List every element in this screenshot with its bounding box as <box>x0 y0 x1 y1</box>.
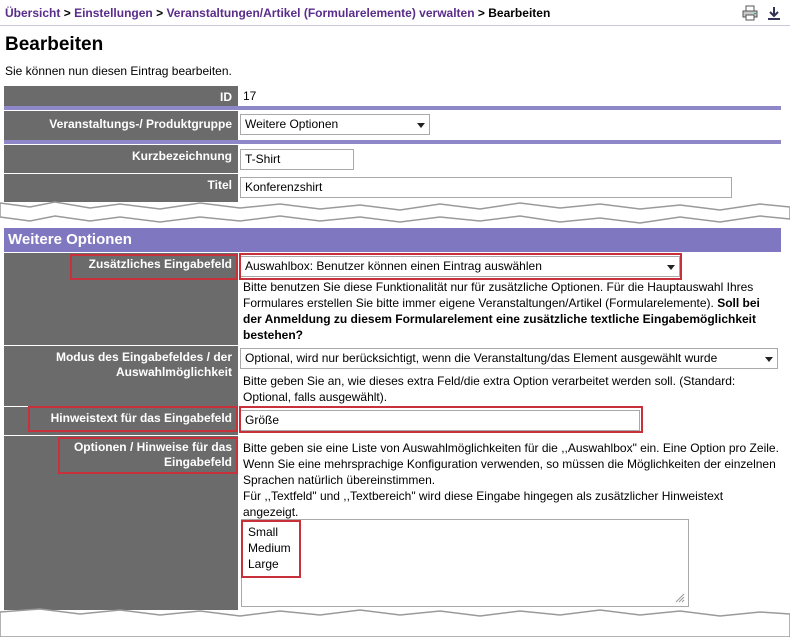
options-help: Bitte geben sie eine Liste von Auswahlmö… <box>243 440 779 520</box>
torn-edge-bottom <box>0 608 790 637</box>
group-select-value: Weitere Optionen <box>245 117 339 131</box>
highlight-box <box>239 406 643 433</box>
highlight-box <box>70 254 238 280</box>
mode-label-cell: Modus des Eingabefeldes / der Auswahlmög… <box>4 346 238 406</box>
chevron-down-icon <box>417 123 425 128</box>
id-label: ID <box>4 86 238 106</box>
resize-grip-icon[interactable] <box>675 593 685 603</box>
mode-help: Bitte geben Sie an, wie dieses extra Fel… <box>243 374 736 404</box>
chevron-down-icon <box>765 357 773 362</box>
mode-label: Modus des Eingabefeldes / der Auswahlmög… <box>55 350 232 379</box>
print-icon[interactable] <box>742 5 758 21</box>
options-help-text-2: Für ,,Textfeld" und ,,Textbereich" wird … <box>243 489 724 519</box>
top-bar: Übersicht > Einstellungen > Veranstaltun… <box>0 0 790 26</box>
group-select[interactable]: Weitere Optionen <box>240 114 430 135</box>
breadcrumb-link-overview[interactable]: Übersicht <box>5 6 60 20</box>
extra-field-help-text: Bitte benutzen Sie diese Funktionalität … <box>243 280 754 310</box>
group-label: Veranstaltungs-/ Produktgruppe <box>4 111 238 140</box>
separator-bar <box>4 140 781 144</box>
toolbar-icons <box>742 5 782 21</box>
title-label: Titel <box>4 174 238 202</box>
title-input[interactable]: Konferenzshirt <box>240 177 732 198</box>
options-help-text: Bitte geben sie eine Liste von Auswahlmö… <box>243 441 779 487</box>
option-line: Small <box>248 525 279 539</box>
section-heading: Weitere Optionen <box>4 228 781 252</box>
option-line: Medium <box>248 541 291 555</box>
option-line: Large <box>248 557 279 571</box>
breadcrumb-current: Bearbeiten <box>488 6 551 20</box>
page-title: Bearbeiten <box>5 34 104 55</box>
breadcrumb-link-manage-events[interactable]: Veranstaltungen/Artikel (Formularelement… <box>166 6 474 20</box>
breadcrumb-separator: > <box>477 6 485 20</box>
highlight-box <box>239 253 682 280</box>
mode-select[interactable]: Optional, wird nur berücksichtigt, wenn … <box>240 348 778 369</box>
breadcrumb-link-settings[interactable]: Einstellungen <box>74 6 153 20</box>
short-name-input[interactable]: T-Shirt <box>240 149 354 170</box>
highlight-box <box>28 406 238 432</box>
page-subtitle: Sie können nun diesen Eintrag bearbeiten… <box>5 64 232 78</box>
breadcrumb-separator: > <box>63 6 71 20</box>
highlight-box <box>58 437 238 474</box>
mode-select-value: Optional, wird nur berücksichtigt, wenn … <box>245 351 718 365</box>
options-textarea[interactable]: Small Medium Large <box>241 519 689 607</box>
id-value: 17 <box>239 86 780 106</box>
breadcrumb-separator: > <box>156 6 164 20</box>
extra-field-help: Bitte benutzen Sie diese Funktionalität … <box>243 279 779 343</box>
download-icon[interactable] <box>766 5 782 21</box>
highlight-box <box>241 520 301 578</box>
short-name-label: Kurzbezeichnung <box>4 145 238 173</box>
breadcrumb: Übersicht > Einstellungen > Veranstaltun… <box>5 6 550 20</box>
torn-edge-divider <box>0 201 790 224</box>
separator-bar <box>4 106 781 110</box>
